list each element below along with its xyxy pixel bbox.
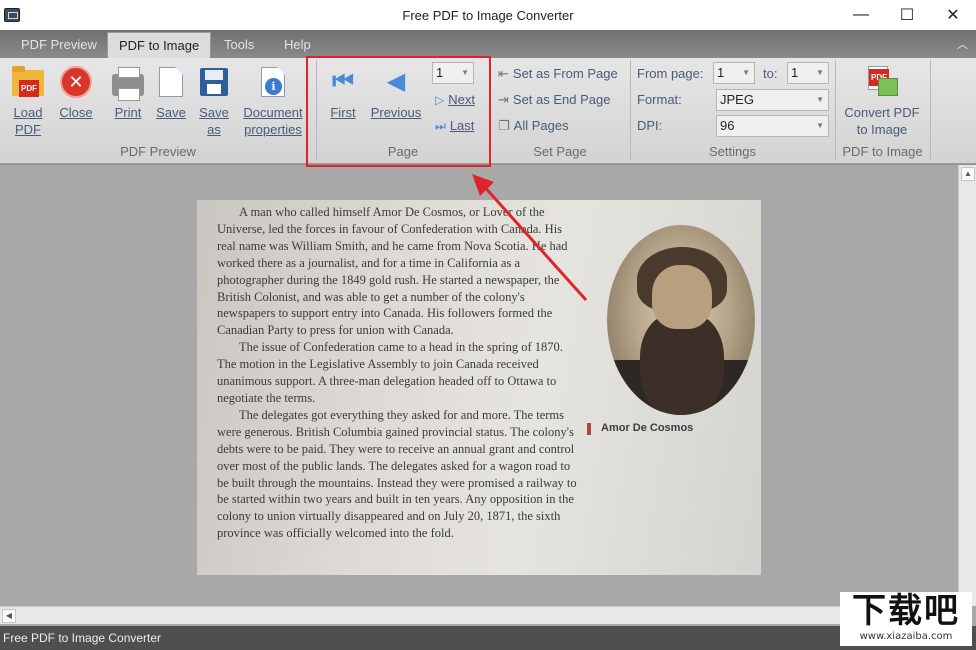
- watermark-logo: 下载吧 www.xiazaiba.com: [840, 592, 972, 646]
- app-icon: [4, 8, 20, 22]
- load-pdf-button[interactable]: PDF Load PDF: [8, 66, 48, 138]
- print-label: Print: [114, 105, 142, 120]
- collapse-ribbon-icon[interactable]: ︿: [957, 36, 968, 52]
- portrait-image: [607, 225, 755, 415]
- group-label-page: Page: [387, 144, 419, 159]
- tab-tools[interactable]: Tools: [213, 32, 265, 58]
- set-as-from-page-button[interactable]: ⇤ Set as From Page: [498, 64, 618, 84]
- convert-label: Convert PDF to Image: [844, 105, 920, 137]
- group-label-settings: Settings: [709, 144, 756, 159]
- watermark-sub: www.xiazaiba.com: [859, 631, 953, 642]
- previous-label: Previous: [370, 105, 422, 120]
- status-bar: Free PDF to Image Converter: [0, 626, 976, 650]
- all-pages-label: All Pages: [513, 118, 569, 133]
- to-page-value: 1: [791, 65, 799, 80]
- convert-pdf-image-icon: PDF: [866, 66, 898, 98]
- set-from-icon: ⇤: [498, 66, 509, 81]
- minimize-button[interactable]: —: [838, 0, 884, 30]
- ribbon: PDF Load PDF ✕ Close Print Save Save as …: [0, 58, 976, 164]
- save-button[interactable]: Save: [153, 66, 189, 121]
- paragraph: The issue of Confederation came to a hea…: [217, 340, 563, 405]
- next-page-button[interactable]: ▷ Next: [435, 90, 475, 110]
- close-icon: ✕: [60, 66, 92, 98]
- horizontal-scrollbar[interactable]: ◀: [0, 606, 958, 624]
- from-page-value: 1: [717, 65, 725, 80]
- format-select[interactable]: JPEG ▼: [716, 89, 829, 111]
- first-label: First: [330, 105, 356, 120]
- chevron-down-icon: ▼: [816, 121, 824, 130]
- to-page-select[interactable]: 1 ▼: [787, 62, 829, 84]
- save-as-label: Save as: [199, 105, 229, 137]
- all-pages-icon: ❐: [498, 118, 510, 133]
- set-from-label: Set as From Page: [512, 66, 618, 81]
- convert-pdf-to-image-button[interactable]: PDF Convert PDF to Image: [840, 66, 924, 138]
- vertical-scrollbar[interactable]: ▲: [958, 165, 976, 606]
- group-label-pdf-preview: PDF Preview: [120, 144, 196, 159]
- save-label: Save: [156, 105, 186, 120]
- scroll-left-icon[interactable]: ◀: [2, 609, 16, 623]
- from-page-label: From page:: [637, 66, 704, 81]
- page-number-value: 1: [436, 65, 444, 80]
- set-as-end-page-button[interactable]: ⇥ Set as End Page: [498, 90, 610, 110]
- tab-help[interactable]: Help: [273, 32, 322, 58]
- dpi-label: DPI:: [637, 118, 663, 133]
- dpi-select[interactable]: 96 ▼: [716, 115, 829, 137]
- document-properties-button[interactable]: i Document properties: [240, 66, 306, 138]
- print-button[interactable]: Print: [110, 66, 146, 121]
- previous-page-button[interactable]: ◀ Previous: [367, 66, 425, 121]
- page-number-select[interactable]: 1 ▼: [432, 62, 474, 84]
- tab-pdf-to-image[interactable]: PDF to Image: [107, 32, 212, 58]
- group-label-set-page: Set Page: [533, 144, 587, 159]
- to-page-label: to:: [763, 66, 778, 81]
- group-label-pdf-to-image: PDF to Image: [842, 144, 923, 159]
- previous-page-icon: ◀: [386, 68, 406, 95]
- last-page-icon: ⏭: [435, 119, 446, 133]
- from-page-select[interactable]: 1 ▼: [713, 62, 755, 84]
- floppy-disk-icon: [198, 66, 230, 98]
- pdf-page: A man who called himself Amor De Cosmos,…: [197, 200, 761, 575]
- close-button[interactable]: ✕ Close: [57, 66, 95, 121]
- watermark-main: 下载吧: [852, 591, 960, 631]
- group-separator: [930, 60, 931, 160]
- document-info-icon: i: [257, 66, 289, 98]
- first-page-button[interactable]: ⏮ First: [325, 66, 361, 121]
- last-page-button[interactable]: ⏭ Last: [435, 116, 474, 136]
- first-page-icon: ⏮: [332, 68, 354, 95]
- folder-pdf-icon: PDF: [12, 66, 44, 98]
- document-save-icon: [155, 66, 187, 98]
- chevron-down-icon: ▼: [461, 68, 469, 77]
- format-value: JPEG: [720, 92, 754, 107]
- chevron-down-icon: ▼: [816, 95, 824, 104]
- set-end-label: Set as End Page: [512, 92, 611, 107]
- paragraph: A man who called himself Amor De Cosmos,…: [217, 205, 568, 338]
- page-text: A man who called himself Amor De Cosmos,…: [217, 204, 577, 542]
- tab-strip: PDF Preview PDF to Image Tools Help ︿: [0, 30, 976, 58]
- next-label: Next: [448, 92, 475, 107]
- close-window-button[interactable]: ✕: [930, 0, 976, 30]
- all-pages-button[interactable]: ❐ All Pages: [498, 116, 569, 136]
- title-bar: Free PDF to Image Converter — ☐ ✕: [0, 0, 976, 32]
- portrait-caption: Amor De Cosmos: [586, 422, 694, 435]
- maximize-button[interactable]: ☐: [884, 0, 930, 30]
- dpi-value: 96: [720, 118, 735, 133]
- next-page-icon: ▷: [435, 93, 445, 107]
- chevron-down-icon: ▼: [816, 68, 824, 77]
- last-label: Last: [449, 118, 475, 133]
- paragraph: The delegates got everything they asked …: [217, 407, 577, 541]
- window-title: Free PDF to Image Converter: [402, 7, 574, 23]
- document-properties-label: Document properties: [243, 105, 303, 137]
- format-label: Format:: [637, 92, 682, 107]
- set-end-icon: ⇥: [498, 92, 509, 107]
- scroll-up-icon[interactable]: ▲: [961, 167, 975, 181]
- save-as-button[interactable]: Save as: [196, 66, 232, 138]
- load-pdf-label: Load PDF: [13, 105, 43, 137]
- document-viewer[interactable]: A man who called himself Amor De Cosmos,…: [0, 164, 976, 626]
- chevron-down-icon: ▼: [742, 68, 750, 77]
- printer-icon: [112, 66, 144, 101]
- close-label: Close: [59, 105, 93, 120]
- tab-pdf-preview[interactable]: PDF Preview: [10, 32, 108, 58]
